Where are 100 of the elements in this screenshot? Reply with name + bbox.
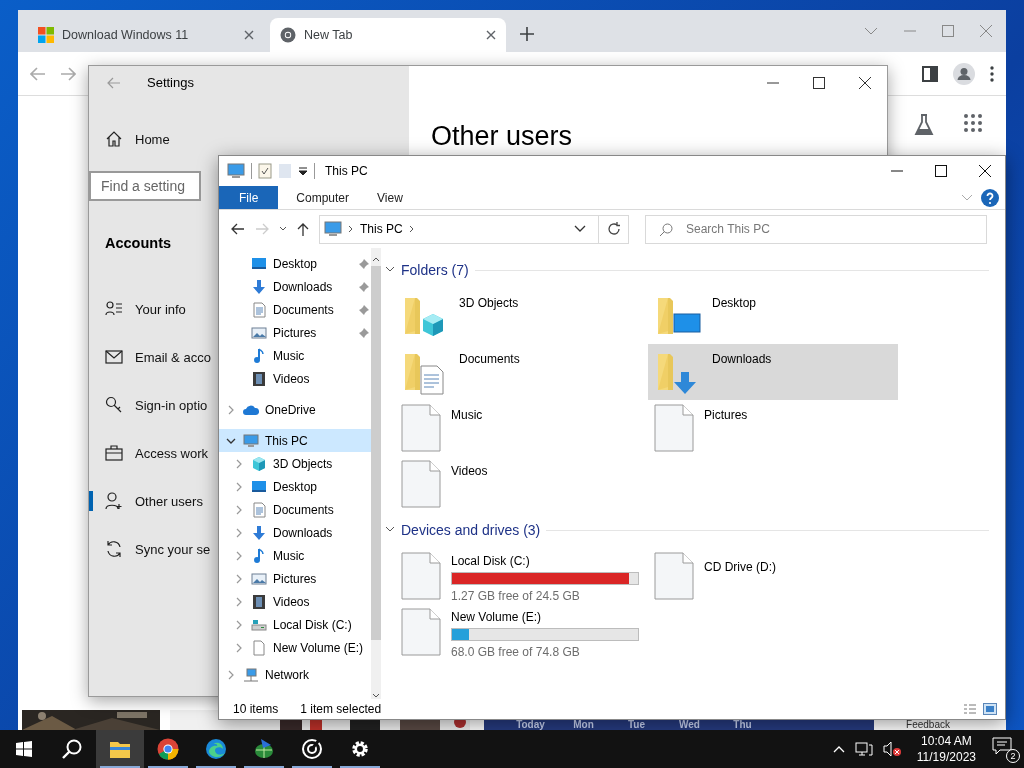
profile-icon[interactable]: [953, 62, 975, 85]
nav-tree-item[interactable]: Downloads: [219, 275, 372, 298]
group-heading[interactable]: Folders (7): [401, 262, 469, 278]
folder-tile[interactable]: Videos: [395, 456, 645, 512]
home-link[interactable]: Home: [105, 115, 170, 163]
computer-icon[interactable]: [227, 163, 245, 179]
browser-logo-icon: [280, 27, 296, 43]
help-icon[interactable]: [981, 188, 999, 207]
chevron-right-icon[interactable]: [234, 458, 244, 469]
file-icon: [251, 639, 267, 656]
chevron-down-icon[interactable]: [574, 225, 586, 233]
chevron-right-icon[interactable]: [234, 504, 244, 515]
close-icon[interactable]: [486, 30, 496, 40]
taskbar-app[interactable]: [96, 730, 144, 768]
scrollbar[interactable]: [371, 248, 382, 699]
side-panel-icon[interactable]: [922, 65, 938, 82]
search-icon: [659, 222, 673, 237]
nav-item[interactable]: Your info: [89, 285, 186, 333]
chevron-up-icon[interactable]: [372, 256, 381, 262]
address-bar[interactable]: This PC: [319, 214, 629, 244]
nav-tree-item[interactable]: Documents: [219, 298, 372, 321]
chevron-right-icon[interactable]: [234, 481, 244, 492]
chevron-down-icon[interactable]: [279, 226, 287, 232]
browser-tab[interactable]: Download Windows 11: [28, 18, 264, 52]
close-icon[interactable]: [859, 76, 871, 89]
back-arrow-icon[interactable]: [231, 223, 245, 235]
nav-tree-item[interactable]: 3D Objects: [219, 452, 372, 475]
group-heading[interactable]: Devices and drives (3): [401, 522, 541, 538]
nav-tree-item[interactable]: Music: [219, 344, 372, 367]
nav-item[interactable]: Other users: [89, 477, 203, 525]
nav-tree-item[interactable]: New Volume (E:): [219, 636, 372, 659]
folder-tile[interactable]: Music: [395, 400, 645, 456]
plus-icon[interactable]: [520, 27, 534, 41]
properties-icon[interactable]: [258, 163, 272, 179]
folder-name: 3D Objects: [459, 296, 519, 310]
apps-grid-icon[interactable]: [964, 114, 982, 132]
nav-tree-item[interactable]: Network: [219, 663, 372, 686]
chevron-right-icon[interactable]: [234, 619, 244, 630]
tiles-view-icon[interactable]: [983, 703, 997, 715]
refresh-icon[interactable]: [606, 222, 621, 236]
network-icon[interactable]: [854, 741, 873, 757]
ribbon-tab[interactable]: Computer: [282, 186, 364, 209]
folder-tile[interactable]: Pictures: [648, 400, 898, 456]
chevron-right-icon[interactable]: [234, 596, 244, 607]
folder-tile[interactable]: Desktop: [648, 288, 898, 344]
nav-tree-item[interactable]: Downloads: [219, 521, 372, 544]
maximize-icon[interactable]: [813, 76, 825, 89]
nav-tree-item[interactable]: Videos: [219, 590, 372, 613]
chevron-down-icon[interactable]: [372, 693, 381, 699]
more-menu-icon[interactable]: [990, 65, 994, 82]
up-arrow-icon[interactable]: [297, 222, 309, 236]
nav-tree-item[interactable]: Documents: [219, 498, 372, 521]
nav-tree-item[interactable]: Pictures: [219, 567, 372, 590]
chevron-down-icon[interactable]: [385, 526, 395, 534]
folder-tile[interactable]: Downloads: [648, 344, 898, 400]
nav-item[interactable]: Sync your se: [89, 525, 211, 573]
nav-item[interactable]: Email & acco: [89, 333, 211, 381]
chevron-right-icon[interactable]: [226, 404, 236, 415]
briefcase-icon: [105, 444, 123, 462]
folder-tile[interactable]: Documents: [395, 344, 645, 400]
chevron-right-icon[interactable]: [234, 573, 244, 584]
ribbon-tab[interactable]: View: [363, 186, 417, 209]
folder-tile[interactable]: New Volume (E:) 68.0 GB free of 74.8 GB: [395, 604, 645, 660]
folder-name: Videos: [451, 464, 488, 478]
nav-tree-item[interactable]: Desktop: [219, 252, 372, 275]
close-icon[interactable]: [979, 165, 991, 177]
nav-tree-item[interactable]: Music: [219, 544, 372, 567]
nav-tree-item[interactable]: Local Disk (C:): [219, 613, 372, 636]
chevron-right-icon: [408, 225, 415, 233]
nav-tree-item[interactable]: This PC: [219, 429, 372, 452]
folder-tile[interactable]: 3D Objects: [395, 288, 645, 344]
nav-tree-item[interactable]: Desktop: [219, 475, 372, 498]
file-icon: [654, 404, 694, 452]
chevron-right-icon[interactable]: [234, 550, 244, 561]
chevron-down-icon[interactable]: [385, 266, 395, 274]
notification-icon[interactable]: [992, 737, 1012, 755]
nav-tree-item[interactable]: Videos: [219, 367, 372, 390]
file-icon: [401, 404, 441, 452]
chevron-right-icon[interactable]: [234, 642, 244, 653]
nav-item[interactable]: Sign-in optio: [89, 381, 208, 429]
folder-tile[interactable]: Local Disk (C:) 1.27 GB free of 24.5 GB: [395, 548, 645, 604]
nav-tree-item[interactable]: Pictures: [219, 321, 372, 344]
browser-tab[interactable]: New Tab: [270, 18, 506, 52]
nav-tree-item[interactable]: OneDrive: [219, 398, 372, 421]
folder-tile[interactable]: CD Drive (D:): [648, 548, 898, 604]
dropdown-icon[interactable]: [298, 166, 308, 176]
flask-icon[interactable]: [914, 114, 934, 136]
chevron-right-icon[interactable]: [234, 527, 244, 538]
chevron-right-icon[interactable]: [226, 669, 236, 680]
speaker-icon[interactable]: [882, 741, 901, 757]
nav-item[interactable]: Access work: [89, 429, 208, 477]
maximize-icon[interactable]: [935, 165, 947, 177]
chevron-right-icon: [348, 225, 354, 233]
search-field[interactable]: Find a setting: [89, 171, 201, 201]
ribbon-tab[interactable]: File: [219, 186, 279, 209]
window-title: This PC: [325, 164, 368, 178]
settings-icon: [349, 738, 371, 760]
clock-date[interactable]: 11/19/2023: [916, 749, 976, 765]
clock-time[interactable]: 10:04 AM: [921, 733, 972, 749]
feedback-link[interactable]: Feedback: [906, 720, 950, 730]
